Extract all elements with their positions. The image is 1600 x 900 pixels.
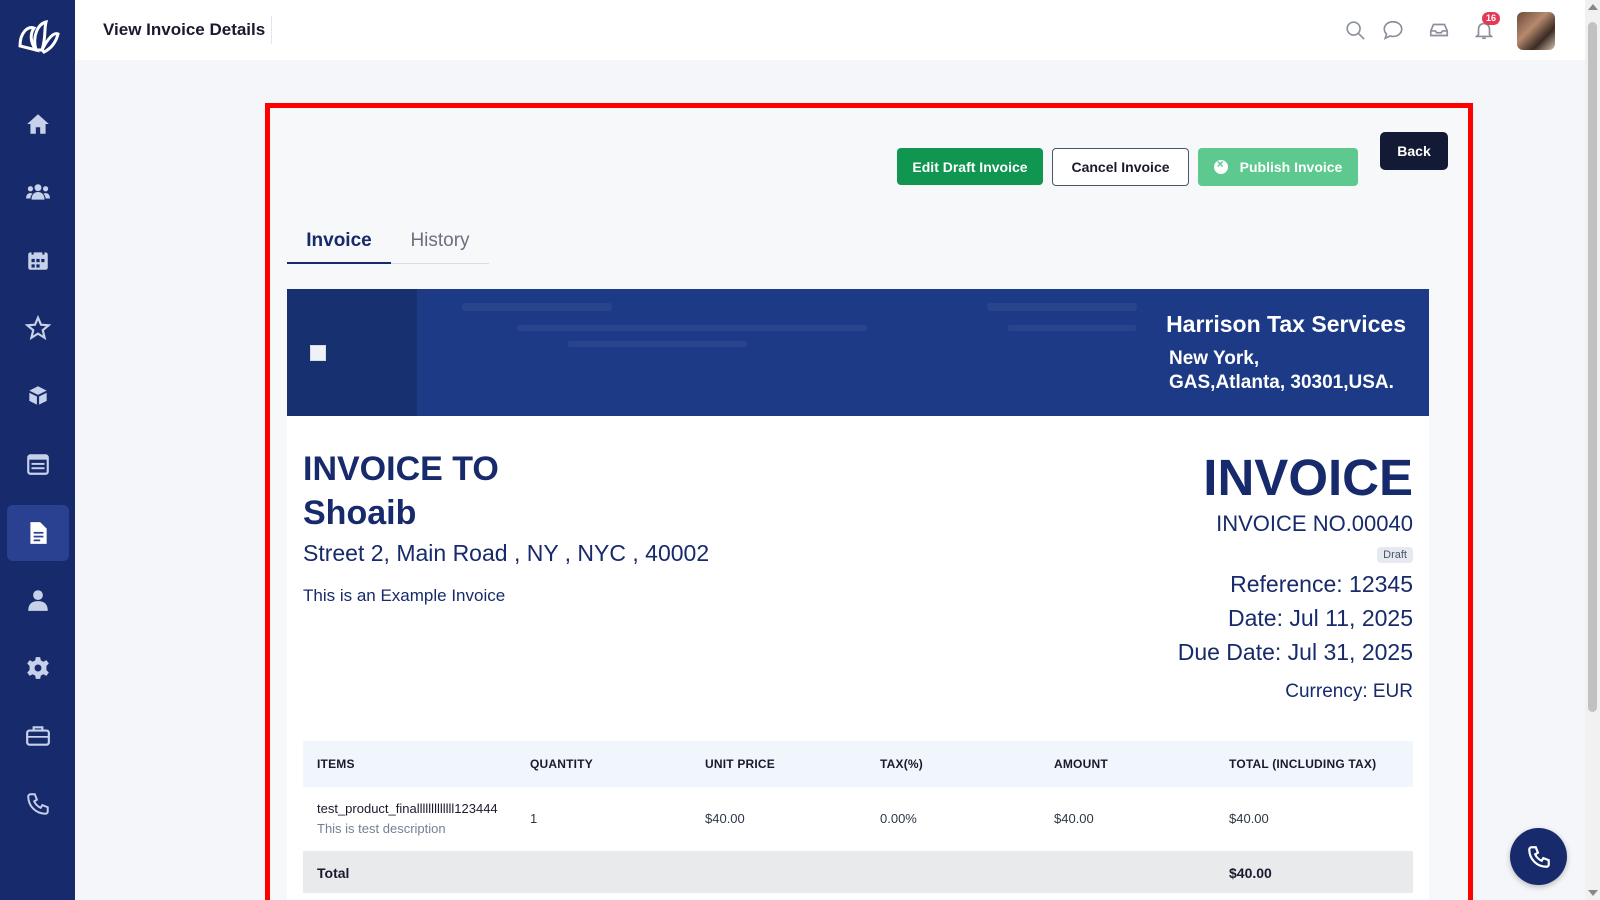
sidebar-item-calendar[interactable]: [7, 232, 69, 288]
box-icon: [29, 386, 47, 405]
sidebar-item-briefcase[interactable]: [7, 708, 69, 764]
sidebar-item-schedule[interactable]: [7, 436, 69, 492]
user-icon: [28, 590, 48, 611]
chat-bubble-icon: [1383, 20, 1403, 40]
scroll-down-arrow[interactable]: [1588, 890, 1598, 896]
sidebar-item-profile[interactable]: [7, 572, 69, 628]
sidebar-item-home[interactable]: [7, 96, 69, 152]
scroll-thumb[interactable]: [1588, 22, 1597, 712]
users-icon: [26, 184, 50, 200]
user-avatar[interactable]: [1517, 12, 1555, 50]
home-icon: [27, 114, 49, 134]
brand-logo[interactable]: [14, 16, 62, 56]
calendar-icon: [28, 249, 48, 270]
sidebar-item-settings[interactable]: [7, 640, 69, 696]
page-scrollbar[interactable]: [1585, 0, 1600, 900]
top-header: View Invoice Details 16: [75, 0, 1585, 60]
notification-badge: 16: [1481, 12, 1500, 25]
gear-icon: [27, 657, 49, 679]
inbox-icon: [1429, 23, 1449, 37]
star-icon: [25, 315, 51, 341]
call-button[interactable]: [1510, 828, 1567, 885]
sidebar: [0, 0, 75, 900]
notifications-button[interactable]: 16: [1472, 12, 1500, 42]
search-icon: [1346, 21, 1365, 40]
scroll-up-arrow[interactable]: [1588, 4, 1598, 10]
highlight-box: [265, 103, 1473, 900]
sidebar-item-favorites[interactable]: [7, 300, 69, 356]
calendar-list-icon: [27, 454, 49, 475]
briefcase-icon: [26, 726, 50, 746]
sidebar-item-clients[interactable]: [7, 164, 69, 220]
sidebar-item-products[interactable]: [7, 368, 69, 424]
title-divider: [271, 16, 272, 44]
document-icon: [30, 522, 47, 544]
inbox-button[interactable]: [1427, 18, 1451, 42]
messages-button[interactable]: [1381, 18, 1405, 42]
sidebar-item-invoices[interactable]: [7, 505, 69, 561]
page-title: View Invoice Details: [103, 20, 266, 39]
search-button[interactable]: [1343, 18, 1367, 42]
phone-icon: [1527, 845, 1550, 868]
sidebar-item-calls[interactable]: [7, 776, 69, 832]
phone-icon: [27, 793, 49, 815]
